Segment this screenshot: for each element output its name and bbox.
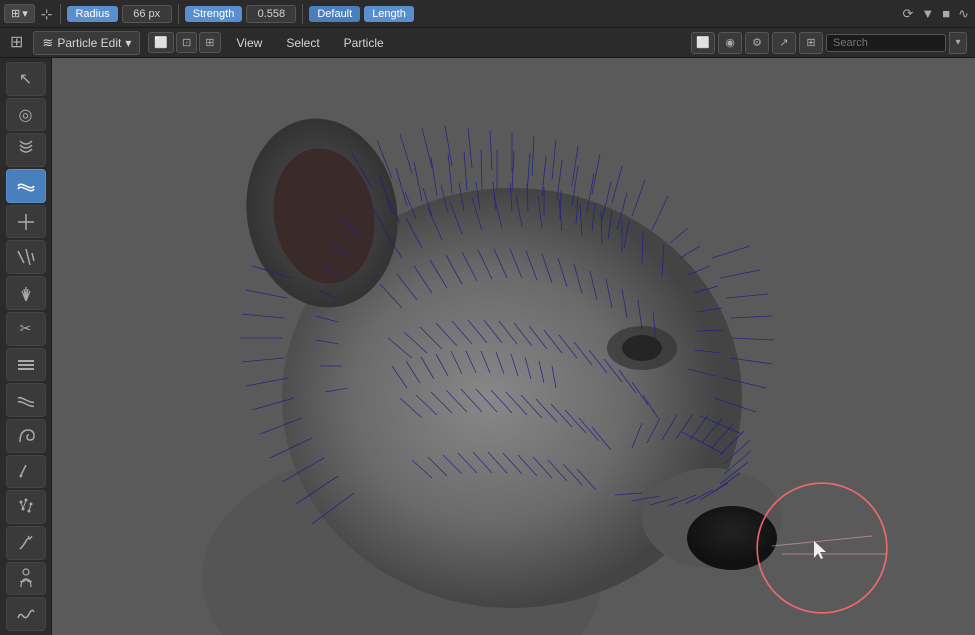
- overlay-icon[interactable]: ⚙: [745, 32, 769, 54]
- viewport-shading-icon2[interactable]: ◉: [718, 32, 742, 54]
- mode-icon-arrow: ▾: [22, 7, 28, 20]
- grab-icon[interactable]: ⊹: [39, 5, 55, 23]
- tool-scatter[interactable]: [6, 490, 46, 524]
- view-menu[interactable]: View: [229, 33, 271, 53]
- mode-dropdown-arrow: ▾: [125, 36, 131, 50]
- viewport-shading-icon1[interactable]: ⬜: [691, 32, 715, 54]
- header-bar: ⊞ ≋ Particle Edit ▾ ⬜ ⊡ ⊞ View Select Pa…: [0, 28, 975, 58]
- snap-icon[interactable]: ⊞: [799, 32, 823, 54]
- transform-icons: ⬜ ⊡ ⊞: [148, 32, 220, 53]
- particle-edit-mode-btn[interactable]: ≋ Particle Edit ▾: [33, 31, 140, 55]
- top-toolbar: ⊞ ▾ ⊹ Radius 66 px Strength 0.558 Defaul…: [0, 0, 975, 28]
- tool-puff[interactable]: [6, 276, 46, 310]
- strength-value[interactable]: 0.558: [246, 5, 296, 23]
- transform-icon-1[interactable]: ⬜: [148, 32, 174, 53]
- mode-icon: ⊞: [11, 7, 20, 20]
- scene-svg: [52, 58, 975, 635]
- viewport[interactable]: [52, 58, 975, 635]
- tool-draw[interactable]: [6, 455, 46, 489]
- radius-label: Radius: [75, 8, 109, 20]
- particle-edit-icon: ≋: [42, 35, 53, 51]
- tool-curl[interactable]: [6, 419, 46, 453]
- tool-person[interactable]: [6, 562, 46, 596]
- length-pill[interactable]: Length: [364, 6, 414, 22]
- particle-menu[interactable]: Particle: [336, 33, 392, 53]
- tool-straighten[interactable]: [6, 383, 46, 417]
- mode-icon-btn[interactable]: ⊞ ▾: [4, 4, 35, 23]
- tool-add[interactable]: [6, 205, 46, 239]
- tool-select[interactable]: ↖: [6, 62, 46, 96]
- editor-type-icon[interactable]: ⊞: [8, 33, 25, 53]
- tool-weight[interactable]: [6, 348, 46, 382]
- strength-pill[interactable]: Strength: [185, 6, 243, 22]
- square-icon[interactable]: ■: [940, 5, 952, 22]
- sep2: [178, 4, 179, 24]
- strength-label: Strength: [193, 8, 235, 20]
- tool-slide[interactable]: [6, 526, 46, 560]
- wave-icon[interactable]: ∿: [956, 5, 971, 22]
- left-sidebar: ↖ ◎ ✂: [0, 58, 52, 635]
- refresh-icon[interactable]: ⟳: [900, 5, 915, 22]
- search-dropdown[interactable]: ▾: [949, 32, 967, 54]
- tool-wave[interactable]: [6, 597, 46, 631]
- transform-icon-2[interactable]: ⊡: [176, 32, 197, 53]
- select-menu[interactable]: Select: [278, 33, 327, 53]
- radius-value[interactable]: 66 px: [122, 5, 172, 23]
- default-pill[interactable]: Default: [309, 6, 360, 22]
- tool-length[interactable]: [6, 240, 46, 274]
- radius-pill[interactable]: Radius: [67, 6, 117, 22]
- transform-icon-3[interactable]: ⊞: [199, 32, 220, 53]
- tool-circle-select[interactable]: ◎: [6, 98, 46, 132]
- top-right-icons: ⟳ ▼ ■ ∿: [900, 5, 971, 22]
- gizmo-icon[interactable]: ↗: [772, 32, 796, 54]
- header-right: ⬜ ◉ ⚙ ↗ ⊞ ▾: [691, 32, 967, 54]
- tool-cut[interactable]: ✂: [6, 312, 46, 346]
- sep3: [302, 4, 303, 24]
- search-input[interactable]: [826, 34, 946, 52]
- particle-edit-label: Particle Edit: [57, 36, 121, 50]
- tool-comb[interactable]: [6, 133, 46, 167]
- tool-smooth[interactable]: [6, 169, 46, 203]
- main-layout: ↖ ◎ ✂: [0, 58, 975, 635]
- dropdown-icon[interactable]: ▼: [919, 5, 936, 22]
- sep1: [60, 4, 61, 24]
